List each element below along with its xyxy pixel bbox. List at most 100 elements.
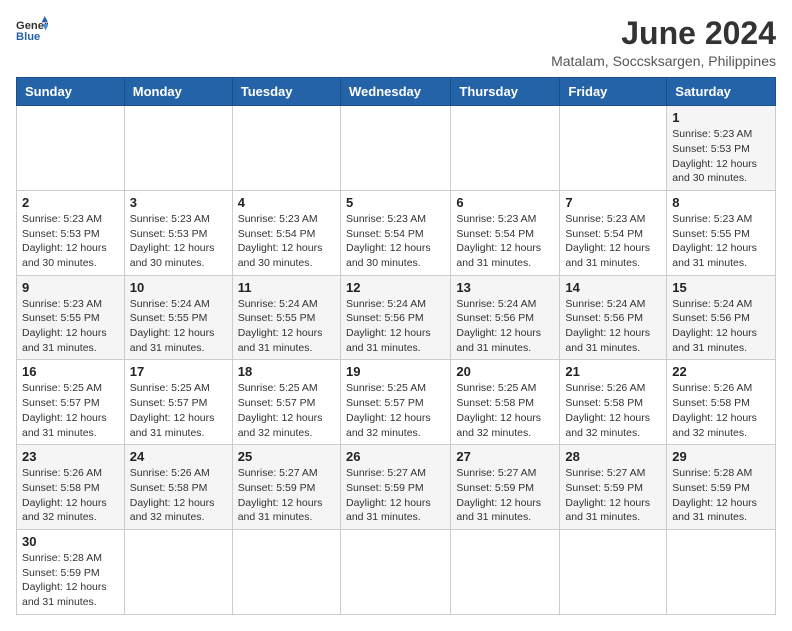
day-info: Sunrise: 5:25 AMSunset: 5:57 PMDaylight:… (238, 381, 335, 440)
calendar-cell (232, 106, 340, 191)
day-number: 3 (130, 195, 227, 210)
calendar-cell (124, 106, 232, 191)
page-header: General Blue June 2024 Matalam, Soccsksa… (16, 16, 776, 69)
weekday-header-thursday: Thursday (451, 78, 560, 106)
day-number: 25 (238, 449, 335, 464)
day-number: 15 (672, 280, 770, 295)
logo: General Blue (16, 16, 48, 44)
day-number: 16 (22, 364, 119, 379)
day-info: Sunrise: 5:23 AMSunset: 5:54 PMDaylight:… (346, 212, 445, 271)
calendar-cell: 13Sunrise: 5:24 AMSunset: 5:56 PMDayligh… (451, 275, 560, 360)
day-number: 19 (346, 364, 445, 379)
calendar-cell: 27Sunrise: 5:27 AMSunset: 5:59 PMDayligh… (451, 445, 560, 530)
day-number: 10 (130, 280, 227, 295)
day-info: Sunrise: 5:25 AMSunset: 5:58 PMDaylight:… (456, 381, 554, 440)
calendar-cell: 30 Sunrise: 5:28 AMSunset: 5:59 PMDayligh… (17, 529, 125, 614)
day-info: Sunrise: 5:23 AMSunset: 5:55 PMDaylight:… (22, 297, 119, 356)
calendar-cell (340, 106, 450, 191)
calendar-cell: 16 Sunrise: 5:25 AMSunset: 5:57 PMDayligh… (17, 360, 125, 445)
calendar-cell: 2 Sunrise: 5:23 AMSunset: 5:53 PMDaylight… (17, 190, 125, 275)
calendar-cell: 7 Sunrise: 5:23 AMSunset: 5:54 PMDaylight… (560, 190, 667, 275)
day-info: Sunrise: 5:24 AMSunset: 5:56 PMDaylight:… (672, 297, 770, 356)
calendar-cell (232, 529, 340, 614)
day-number: 21 (565, 364, 661, 379)
day-number: 12 (346, 280, 445, 295)
weekday-header-tuesday: Tuesday (232, 78, 340, 106)
calendar-cell (451, 106, 560, 191)
weekday-header-sunday: Sunday (17, 78, 125, 106)
day-info: Sunrise: 5:23 AMSunset: 5:54 PMDaylight:… (456, 212, 554, 271)
month-year-title: June 2024 (551, 16, 776, 51)
calendar-cell: 14 Sunrise: 5:24 AMSunset: 5:56 PMDayligh… (560, 275, 667, 360)
day-info: Sunrise: 5:23 AMSunset: 5:54 PMDaylight:… (565, 212, 661, 271)
calendar-cell: 12Sunrise: 5:24 AMSunset: 5:56 PMDayligh… (340, 275, 450, 360)
day-number: 8 (672, 195, 770, 210)
week-row-6: 30 Sunrise: 5:28 AMSunset: 5:59 PMDayligh… (17, 529, 776, 614)
day-number: 26 (346, 449, 445, 464)
day-info: Sunrise: 5:26 AMSunset: 5:58 PMDaylight:… (672, 381, 770, 440)
calendar-cell: 22Sunrise: 5:26 AMSunset: 5:58 PMDayligh… (667, 360, 776, 445)
day-number: 2 (22, 195, 119, 210)
week-row-5: 23 Sunrise: 5:26 AMSunset: 5:58 PMDayligh… (17, 445, 776, 530)
week-row-4: 16 Sunrise: 5:25 AMSunset: 5:57 PMDayligh… (17, 360, 776, 445)
day-number: 1 (672, 110, 770, 125)
calendar-cell (17, 106, 125, 191)
calendar-cell (560, 529, 667, 614)
weekday-header-wednesday: Wednesday (340, 78, 450, 106)
calendar-cell (124, 529, 232, 614)
day-info: Sunrise: 5:28 AMSunset: 5:59 PMDaylight:… (22, 551, 119, 610)
title-area: June 2024 Matalam, Soccsksargen, Philipp… (551, 16, 776, 69)
calendar-cell: 6 Sunrise: 5:23 AMSunset: 5:54 PMDaylight… (451, 190, 560, 275)
calendar-cell: 18 Sunrise: 5:25 AMSunset: 5:57 PMDayligh… (232, 360, 340, 445)
calendar-cell: 19 Sunrise: 5:25 AMSunset: 5:57 PMDayligh… (340, 360, 450, 445)
day-info: Sunrise: 5:26 AMSunset: 5:58 PMDaylight:… (130, 466, 227, 525)
day-info: Sunrise: 5:24 AMSunset: 5:55 PMDaylight:… (130, 297, 227, 356)
calendar-cell: 8 Sunrise: 5:23 AMSunset: 5:55 PMDaylight… (667, 190, 776, 275)
calendar-cell: 26 Sunrise: 5:27 AMSunset: 5:59 PMDayligh… (340, 445, 450, 530)
day-number: 13 (456, 280, 554, 295)
day-info: Sunrise: 5:23 AMSunset: 5:53 PMDaylight:… (672, 127, 770, 186)
day-number: 24 (130, 449, 227, 464)
day-number: 27 (456, 449, 554, 464)
day-info: Sunrise: 5:27 AMSunset: 5:59 PMDaylight:… (565, 466, 661, 525)
calendar-cell: 4Sunrise: 5:23 AMSunset: 5:54 PMDaylight… (232, 190, 340, 275)
day-number: 7 (565, 195, 661, 210)
week-row-3: 9Sunrise: 5:23 AMSunset: 5:55 PMDaylight… (17, 275, 776, 360)
day-number: 30 (22, 534, 119, 549)
calendar-cell: 3Sunrise: 5:23 AMSunset: 5:53 PMDaylight… (124, 190, 232, 275)
day-info: Sunrise: 5:25 AMSunset: 5:57 PMDaylight:… (22, 381, 119, 440)
day-info: Sunrise: 5:24 AMSunset: 5:56 PMDaylight:… (565, 297, 661, 356)
day-number: 6 (456, 195, 554, 210)
day-number: 20 (456, 364, 554, 379)
weekday-header-saturday: Saturday (667, 78, 776, 106)
day-number: 23 (22, 449, 119, 464)
calendar-cell: 10 Sunrise: 5:24 AMSunset: 5:55 PMDayligh… (124, 275, 232, 360)
calendar-cell (451, 529, 560, 614)
calendar-cell: 5Sunrise: 5:23 AMSunset: 5:54 PMDaylight… (340, 190, 450, 275)
day-number: 14 (565, 280, 661, 295)
calendar-cell: 11 Sunrise: 5:24 AMSunset: 5:55 PMDayligh… (232, 275, 340, 360)
day-number: 11 (238, 280, 335, 295)
day-info: Sunrise: 5:24 AMSunset: 5:55 PMDaylight:… (238, 297, 335, 356)
day-info: Sunrise: 5:23 AMSunset: 5:55 PMDaylight:… (672, 212, 770, 271)
day-info: Sunrise: 5:25 AMSunset: 5:57 PMDaylight:… (346, 381, 445, 440)
logo-icon: General Blue (16, 16, 48, 44)
day-number: 17 (130, 364, 227, 379)
week-row-1: 1 Sunrise: 5:23 AMSunset: 5:53 PMDaylight… (17, 106, 776, 191)
calendar-cell: 23 Sunrise: 5:26 AMSunset: 5:58 PMDayligh… (17, 445, 125, 530)
calendar-cell: 24 Sunrise: 5:26 AMSunset: 5:58 PMDayligh… (124, 445, 232, 530)
day-number: 18 (238, 364, 335, 379)
day-info: Sunrise: 5:28 AMSunset: 5:59 PMDaylight:… (672, 466, 770, 525)
weekday-header-row: SundayMondayTuesdayWednesdayThursdayFrid… (17, 78, 776, 106)
location-subtitle: Matalam, Soccsksargen, Philippines (551, 53, 776, 69)
day-info: Sunrise: 5:23 AMSunset: 5:53 PMDaylight:… (22, 212, 119, 271)
day-number: 29 (672, 449, 770, 464)
day-info: Sunrise: 5:23 AMSunset: 5:54 PMDaylight:… (238, 212, 335, 271)
weekday-header-friday: Friday (560, 78, 667, 106)
calendar-cell: 17Sunrise: 5:25 AMSunset: 5:57 PMDayligh… (124, 360, 232, 445)
day-info: Sunrise: 5:27 AMSunset: 5:59 PMDaylight:… (346, 466, 445, 525)
calendar-cell: 20 Sunrise: 5:25 AMSunset: 5:58 PMDayligh… (451, 360, 560, 445)
calendar-cell: 28Sunrise: 5:27 AMSunset: 5:59 PMDayligh… (560, 445, 667, 530)
day-info: Sunrise: 5:26 AMSunset: 5:58 PMDaylight:… (22, 466, 119, 525)
calendar-cell: 9Sunrise: 5:23 AMSunset: 5:55 PMDaylight… (17, 275, 125, 360)
